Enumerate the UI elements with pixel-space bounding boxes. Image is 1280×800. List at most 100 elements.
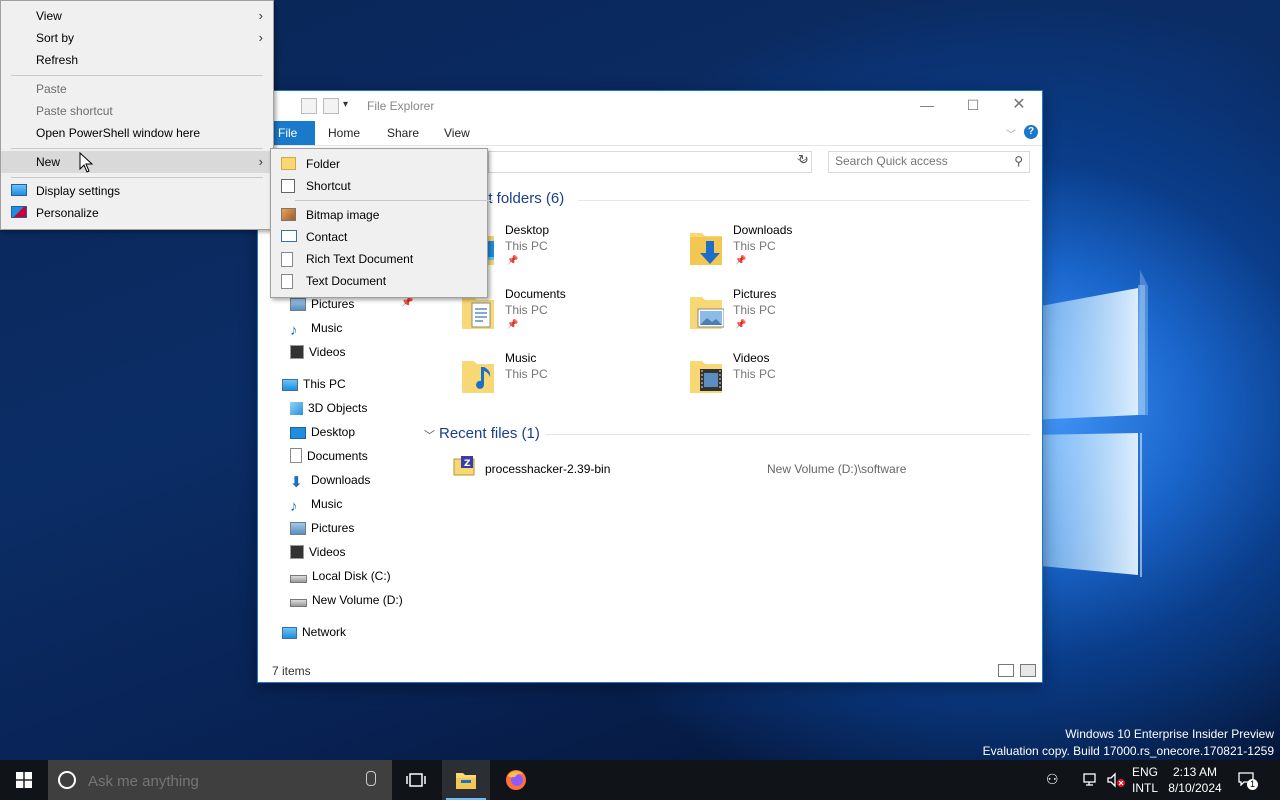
submenu-item-folder[interactable]: Folder: [271, 153, 487, 175]
menu-item-paste[interactable]: Paste: [1, 78, 273, 100]
videos-icon: [290, 345, 304, 359]
frequent-folders-header[interactable]: nt folders (6): [480, 190, 564, 207]
nav-item-this-pc[interactable]: This PC: [282, 374, 346, 394]
maximize-button[interactable]: ☐: [950, 91, 996, 121]
new-submenu: Folder Shortcut Bitmap image Contact Ric…: [270, 148, 493, 298]
customize-toolbar-icon[interactable]: ▾: [343, 99, 348, 110]
nav-item-desktop[interactable]: Desktop: [290, 422, 355, 442]
network-tray-icon[interactable]: [1082, 772, 1100, 788]
nav-item-local-disk-c[interactable]: Local Disk (C:): [290, 566, 391, 586]
folder-tile-documents[interactable]: Documents This PC 📌: [460, 287, 670, 343]
pin-icon: 📌: [735, 319, 747, 329]
volume-muted-icon[interactable]: [1106, 772, 1126, 788]
large-icons-view-icon[interactable]: [1020, 664, 1036, 677]
nav-item-pictures-pc[interactable]: Pictures: [290, 518, 354, 538]
task-view-button[interactable]: [392, 760, 440, 800]
window-title: File Explorer: [367, 99, 435, 113]
nav-item-music[interactable]: ♪ Music: [290, 318, 342, 339]
submenu-item-text-document[interactable]: Text Document: [271, 270, 487, 292]
minimize-button[interactable]: —: [904, 91, 950, 121]
pin-icon: 📌: [735, 255, 747, 265]
folder-icon: [281, 157, 296, 170]
mouse-cursor-icon: [79, 152, 93, 173]
music-icon: ♪: [290, 498, 298, 515]
taskbar-search-input[interactable]: [86, 770, 350, 792]
nav-item-new-volume-d[interactable]: New Volume (D:): [290, 590, 403, 610]
submenu-item-bitmap-image[interactable]: Bitmap image: [271, 204, 487, 226]
submenu-item-contact[interactable]: Contact: [271, 226, 487, 248]
taskbar-file-explorer[interactable]: [442, 760, 490, 800]
local-disk-icon: [290, 575, 307, 583]
personalize-icon: [11, 206, 27, 218]
cortana-search-box[interactable]: [48, 760, 392, 800]
nav-item-network[interactable]: Network: [282, 622, 346, 642]
network-icon: [282, 627, 297, 639]
search-box[interactable]: ⚲: [828, 151, 1030, 173]
nav-item-documents[interactable]: Documents: [290, 446, 368, 466]
nav-item-3d-objects[interactable]: 3D Objects: [290, 398, 367, 418]
windows-start-icon: [16, 772, 32, 788]
nav-item-videos[interactable]: Videos: [290, 342, 345, 362]
task-view-icon: [406, 773, 426, 787]
details-view-icon[interactable]: [998, 664, 1014, 677]
menu-separator: [295, 200, 493, 201]
menu-item-new[interactable]: New ›: [1, 151, 273, 173]
search-input[interactable]: [829, 152, 1011, 170]
drive-icon: [290, 599, 307, 607]
music-folder-icon: [462, 361, 494, 393]
microphone-icon[interactable]: [366, 771, 376, 786]
collapse-chevron-icon[interactable]: ﹀: [424, 427, 435, 443]
firefox-icon: [506, 770, 526, 790]
taskbar-firefox[interactable]: [492, 760, 540, 800]
menu-item-sort-by[interactable]: Sort by ›: [1, 27, 273, 49]
section-divider: [578, 200, 1030, 201]
nav-item-music-pc[interactable]: ♪ Music: [290, 494, 342, 515]
menu-item-refresh[interactable]: Refresh: [1, 49, 273, 71]
menu-item-personalize[interactable]: Personalize: [1, 202, 273, 224]
menu-item-open-powershell[interactable]: Open PowerShell window here: [1, 122, 273, 144]
tab-share[interactable]: Share: [373, 121, 433, 145]
windows-logo-wallpaper: [1030, 270, 1148, 577]
properties-icon[interactable]: [301, 98, 317, 114]
address-bar[interactable]: ﹀: [488, 151, 812, 173]
menu-separator: [11, 75, 263, 76]
menu-item-view[interactable]: View ›: [1, 5, 273, 27]
recent-file-row[interactable]: Z processhacker-2.39-bin New Volume (D:)…: [453, 456, 1013, 481]
shortcut-icon: [281, 179, 295, 193]
submenu-arrow-icon: ›: [258, 30, 263, 45]
menu-item-display-settings[interactable]: Display settings: [1, 180, 273, 202]
submenu-item-shortcut[interactable]: Shortcut: [271, 175, 487, 197]
submenu-arrow-icon: ›: [258, 8, 263, 23]
close-button[interactable]: ✕: [996, 91, 1042, 121]
recent-files-header[interactable]: Recent files (1): [439, 425, 540, 442]
tab-view[interactable]: View: [430, 121, 484, 145]
desktop-icon: [290, 427, 306, 439]
clock[interactable]: 2:13 AM 8/10/2024: [1164, 764, 1226, 796]
folder-tile-downloads[interactable]: Downloads This PC 📌: [688, 223, 898, 279]
help-icon[interactable]: ?: [1024, 125, 1038, 139]
start-button[interactable]: [0, 760, 48, 800]
videos-folder-icon: [690, 361, 722, 393]
menu-item-paste-shortcut[interactable]: Paste shortcut: [1, 100, 273, 122]
pictures-icon: [290, 522, 306, 535]
folder-tile-desktop[interactable]: Desktop This PC 📌: [460, 223, 670, 279]
action-center-button[interactable]: 1: [1236, 770, 1260, 792]
new-folder-icon[interactable]: [323, 98, 339, 114]
nav-item-downloads[interactable]: ⬇ Downloads: [290, 470, 370, 491]
section-divider: [546, 434, 1030, 435]
folder-tile-videos[interactable]: Videos This PC: [688, 351, 898, 407]
pin-icon[interactable]: 📌: [401, 297, 413, 308]
3d-objects-icon: [290, 402, 303, 415]
people-icon[interactable]: ⚇: [1046, 771, 1059, 788]
folder-tile-music[interactable]: Music This PC: [460, 351, 670, 407]
tab-home[interactable]: Home: [314, 121, 374, 145]
pictures-folder-icon: [690, 297, 724, 329]
nav-item-videos-pc[interactable]: Videos: [290, 542, 345, 562]
refresh-icon[interactable]: ↻: [798, 152, 816, 172]
title-bar[interactable]: ▾ File Explorer — ☐ ✕: [258, 91, 1042, 121]
folder-tile-pictures[interactable]: Pictures This PC 📌: [688, 287, 898, 343]
submenu-item-rich-text-document[interactable]: Rich Text Document: [271, 248, 487, 270]
input-language-indicator[interactable]: ENG INTL: [1128, 764, 1162, 796]
notification-count-badge: 1: [1247, 779, 1258, 790]
expand-ribbon-icon[interactable]: ﹀: [1006, 126, 1016, 141]
